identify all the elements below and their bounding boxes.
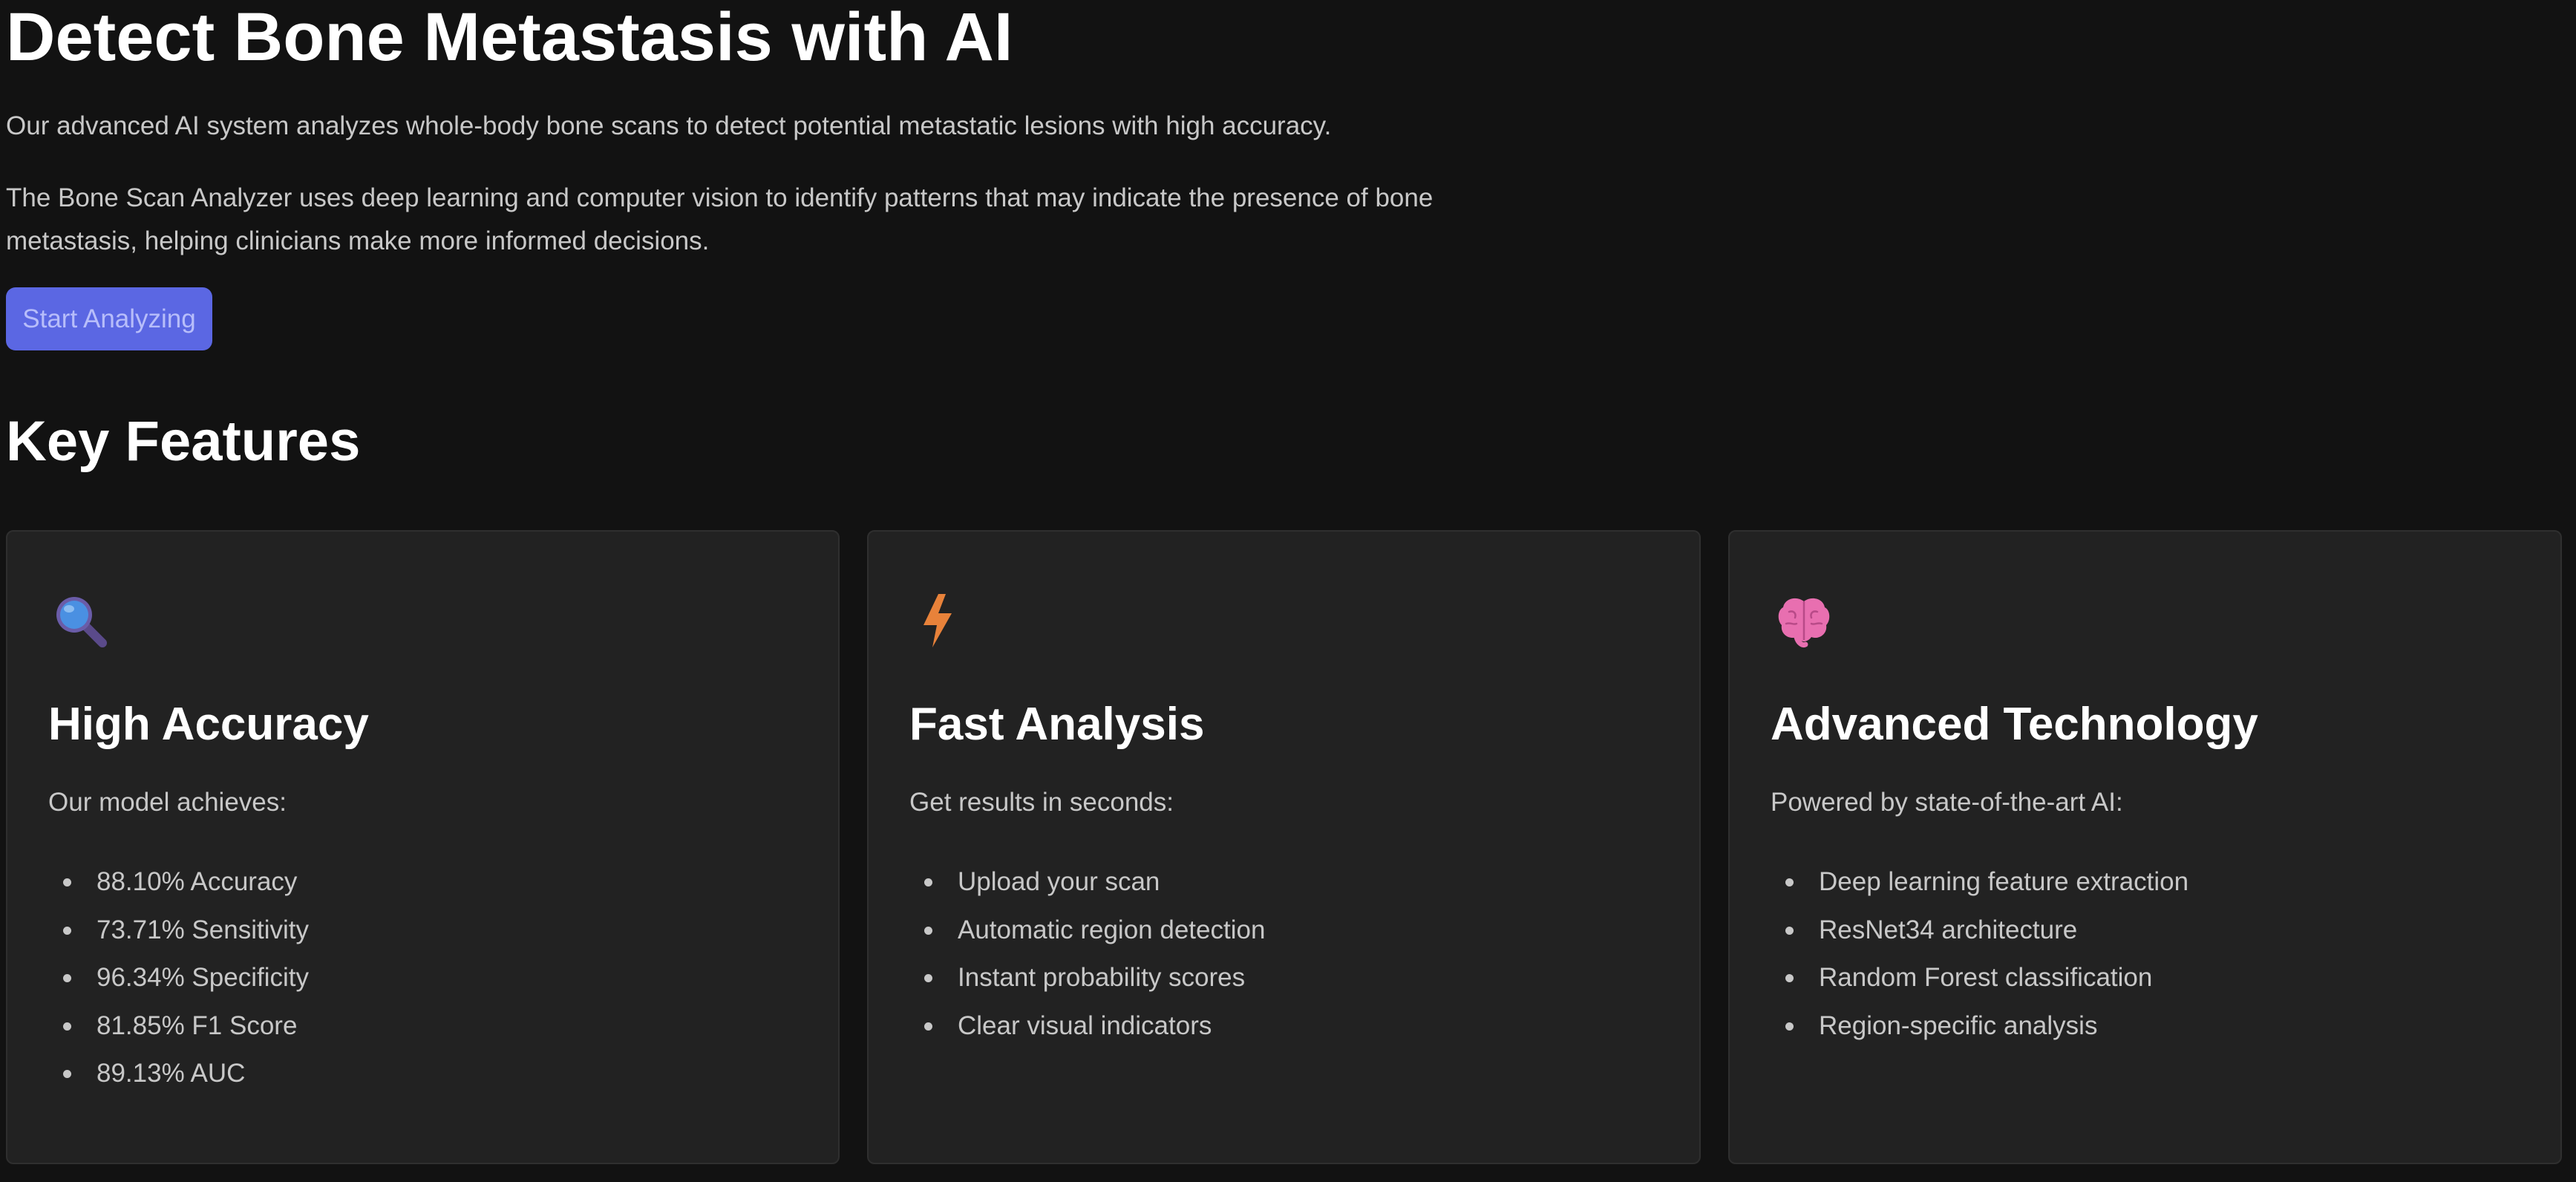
list-item: ResNet34 architecture: [1771, 907, 2188, 955]
list-item: 88.10% Accuracy: [48, 858, 309, 907]
feature-card-technology: Advanced Technology Powered by state-of-…: [1728, 530, 2562, 1164]
card-intro: Powered by state-of-the-art AI:: [1771, 788, 2123, 817]
list-item: 89.13% AUC: [48, 1050, 309, 1098]
feature-card-speed: Fast Analysis Get results in seconds: Up…: [867, 530, 1701, 1164]
card-title: Fast Analysis: [909, 699, 1205, 750]
list-item: 73.71% Sensitivity: [48, 907, 309, 955]
list-item: Instant probability scores: [909, 954, 1265, 1002]
list-item: Automatic region detection: [909, 907, 1265, 955]
brain-icon: [1774, 591, 1834, 650]
card-intro: Get results in seconds:: [909, 788, 1174, 817]
card-list: Deep learning feature extraction ResNet3…: [1771, 858, 2188, 1050]
card-title: High Accuracy: [48, 699, 369, 750]
card-list: 88.10% Accuracy 73.71% Sensitivity 96.34…: [48, 858, 309, 1098]
list-item: 96.34% Specificity: [48, 954, 309, 1002]
card-intro: Our model achieves:: [48, 788, 287, 817]
card-title: Advanced Technology: [1771, 699, 2258, 750]
list-item: Random Forest classification: [1771, 954, 2188, 1002]
hero-description: The Bone Scan Analyzer uses deep learnin…: [6, 183, 1434, 255]
list-item: 81.85% F1 Score: [48, 1002, 309, 1051]
start-analyzing-button[interactable]: Start Analyzing: [6, 287, 212, 350]
page-title: Detect Bone Metastasis with AI: [6, 0, 1013, 75]
card-list: Upload your scan Automatic region detect…: [909, 858, 1265, 1050]
lightning-icon: [913, 591, 972, 650]
list-item: Upload your scan: [909, 858, 1265, 907]
list-item: Region-specific analysis: [1771, 1002, 2188, 1051]
magnifying-glass-icon: [52, 591, 111, 650]
list-item: Deep learning feature extraction: [1771, 858, 2188, 907]
list-item: Clear visual indicators: [909, 1002, 1265, 1051]
feature-card-accuracy: High Accuracy Our model achieves: 88.10%…: [6, 530, 840, 1164]
hero-subtitle: Our advanced AI system analyzes whole-bo…: [6, 111, 1332, 140]
key-features-heading: Key Features: [6, 410, 361, 473]
